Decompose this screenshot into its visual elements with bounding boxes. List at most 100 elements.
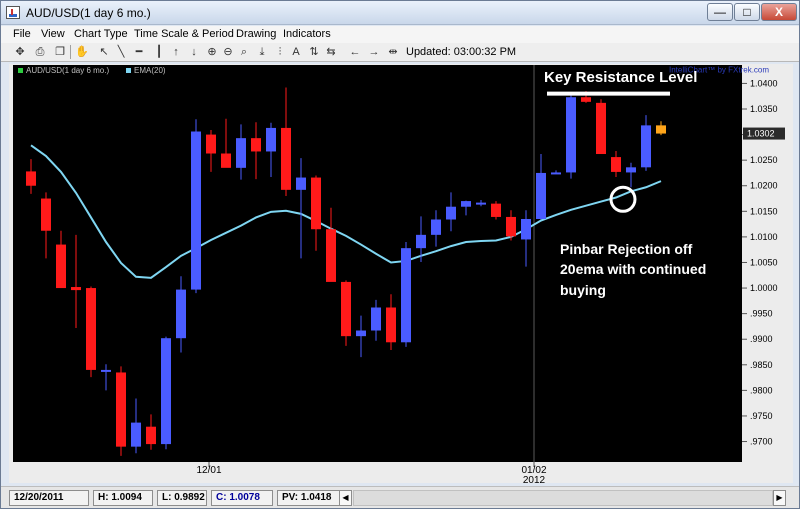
status-low: L: 0.9892 bbox=[157, 490, 207, 506]
zoom-in-icon[interactable]: ⊕ bbox=[205, 45, 219, 59]
fit-icon[interactable]: ⇹ bbox=[386, 45, 400, 59]
status-low-value: L: 0.9892 bbox=[162, 492, 205, 503]
app-window: AUD/USD(1 day 6 mo.) — □ X File View Cha… bbox=[0, 0, 800, 509]
status-pv: PV: 1.0418 bbox=[277, 490, 341, 506]
candle-body bbox=[626, 167, 636, 173]
status-pv-value: PV: 1.0418 bbox=[282, 492, 332, 503]
status-high-value: H: 1.0094 bbox=[98, 492, 142, 503]
candle-body bbox=[491, 203, 501, 217]
x-year-label: 2012 bbox=[523, 475, 546, 483]
arrow-down-icon[interactable]: ↓ bbox=[187, 45, 201, 59]
scroll-left-icon[interactable]: ← bbox=[348, 45, 362, 59]
trendline-icon[interactable]: ╲ bbox=[114, 45, 128, 59]
annotation-pinbar-line-2: 20ema with continued bbox=[560, 261, 706, 277]
menu-time-scale[interactable]: Time Scale & Period bbox=[134, 28, 234, 40]
candle-body bbox=[506, 216, 516, 237]
candle-body bbox=[146, 426, 156, 445]
candle-body bbox=[386, 307, 396, 343]
status-date-value: 12/20/2011 bbox=[14, 492, 64, 503]
sell-icon[interactable]: ⇆ bbox=[324, 45, 338, 59]
candle-body bbox=[131, 422, 141, 447]
candle-body bbox=[611, 157, 621, 172]
y-tick-label: 1.0050 bbox=[750, 257, 778, 267]
candle-body bbox=[206, 134, 216, 154]
status-close-value: C: 1.0078 bbox=[216, 492, 260, 503]
maximize-button[interactable]: □ bbox=[734, 3, 760, 21]
candle-body bbox=[71, 287, 81, 291]
buy-icon[interactable]: ⇅ bbox=[307, 45, 321, 59]
y-tick-label: .9800 bbox=[750, 385, 773, 395]
candle-body bbox=[581, 97, 591, 102]
candle-body bbox=[296, 177, 306, 190]
candle-body bbox=[551, 172, 561, 175]
status-bar: 12/20/2011 H: 1.0094 L: 0.9892 C: 1.0078… bbox=[1, 486, 799, 508]
y-tick-label: 1.0100 bbox=[750, 232, 778, 242]
instrument-legend-swatch bbox=[18, 68, 23, 73]
chart-svg[interactable]: 1.04001.03501.03001.02501.02001.01501.01… bbox=[9, 64, 793, 486]
crosshair-icon[interactable]: ✥ bbox=[13, 45, 27, 59]
candle-body bbox=[566, 97, 576, 173]
y-tick-label: .9850 bbox=[750, 360, 773, 370]
candle-body bbox=[656, 125, 666, 134]
ema-legend-swatch bbox=[126, 68, 131, 73]
scroll-right-button[interactable]: ▶ bbox=[773, 490, 786, 506]
candle-body bbox=[26, 171, 36, 186]
print-icon[interactable]: ⎙ bbox=[33, 45, 47, 59]
title-bar: AUD/USD(1 day 6 mo.) — □ X bbox=[1, 1, 799, 25]
hand-icon[interactable]: ✋ bbox=[75, 45, 89, 59]
window-title: AUD/USD(1 day 6 mo.) bbox=[26, 6, 151, 20]
candle-body bbox=[251, 138, 261, 152]
candle-body bbox=[236, 138, 246, 168]
cursor-icon[interactable]: ↖ bbox=[97, 45, 111, 59]
annotation-pinbar-line-1: Pinbar Rejection off bbox=[560, 241, 693, 257]
candle-body bbox=[326, 229, 336, 282]
candle-body bbox=[41, 198, 51, 231]
candle-body bbox=[446, 206, 456, 220]
candle-body bbox=[341, 281, 351, 337]
text-icon[interactable]: A bbox=[289, 45, 303, 59]
candle-body bbox=[641, 125, 651, 168]
updated-timestamp: Updated: 03:00:32 PM bbox=[406, 46, 517, 58]
menu-view[interactable]: View bbox=[41, 28, 65, 40]
scroll-left-button[interactable]: ◀ bbox=[339, 490, 352, 506]
scroll-right-icon[interactable]: → bbox=[367, 45, 381, 59]
close-button[interactable]: X bbox=[761, 3, 797, 21]
chart-area[interactable]: 1.04001.03501.03001.02501.02001.01501.01… bbox=[9, 64, 793, 486]
x-tick-label: 12/01 bbox=[196, 465, 221, 476]
menu-drawing[interactable]: Drawing bbox=[236, 28, 276, 40]
candle-body bbox=[596, 102, 606, 155]
current-price-label: 1.0302 bbox=[747, 129, 775, 139]
candle-body bbox=[116, 372, 126, 447]
status-high: H: 1.0094 bbox=[93, 490, 153, 506]
candle-body bbox=[431, 219, 441, 235]
annotation-resistance: Key Resistance Level bbox=[544, 69, 697, 86]
y-tick-label: 1.0000 bbox=[750, 283, 778, 293]
copy-icon[interactable]: ❐ bbox=[53, 45, 67, 59]
zoom-out-icon[interactable]: ⊖ bbox=[221, 45, 235, 59]
horizontal-scrollbar[interactable] bbox=[353, 490, 773, 506]
vertical-line-icon[interactable]: ┃ bbox=[152, 45, 166, 59]
candle-body bbox=[416, 234, 426, 249]
y-tick-label: 1.0400 bbox=[750, 78, 778, 88]
y-tick-label: 1.0200 bbox=[750, 181, 778, 191]
menu-bar: File View Chart Type Time Scale & Period… bbox=[1, 26, 799, 43]
candle-body bbox=[401, 248, 411, 343]
candle-body bbox=[266, 127, 276, 152]
minimize-button[interactable]: — bbox=[707, 3, 733, 21]
candle-body bbox=[86, 288, 96, 370]
menu-indicators[interactable]: Indicators bbox=[283, 28, 331, 40]
arrow-up-icon[interactable]: ↑ bbox=[169, 45, 183, 59]
horizontal-line-icon[interactable]: ━ bbox=[132, 45, 146, 59]
status-date: 12/20/2011 bbox=[9, 490, 89, 506]
status-close: C: 1.0078 bbox=[211, 490, 273, 506]
menu-file[interactable]: File bbox=[13, 28, 31, 40]
candle-body bbox=[221, 153, 231, 168]
y-tick-label: .9900 bbox=[750, 334, 773, 344]
magnify-icon[interactable]: ⌕ bbox=[237, 45, 251, 59]
candle-body bbox=[161, 338, 171, 445]
app-icon bbox=[6, 6, 20, 19]
download-icon[interactable]: ⤓ bbox=[255, 45, 269, 59]
menu-chart-type[interactable]: Chart Type bbox=[74, 28, 128, 40]
bar-icon[interactable]: ⫶ bbox=[273, 45, 287, 59]
y-tick-label: .9950 bbox=[750, 309, 773, 319]
